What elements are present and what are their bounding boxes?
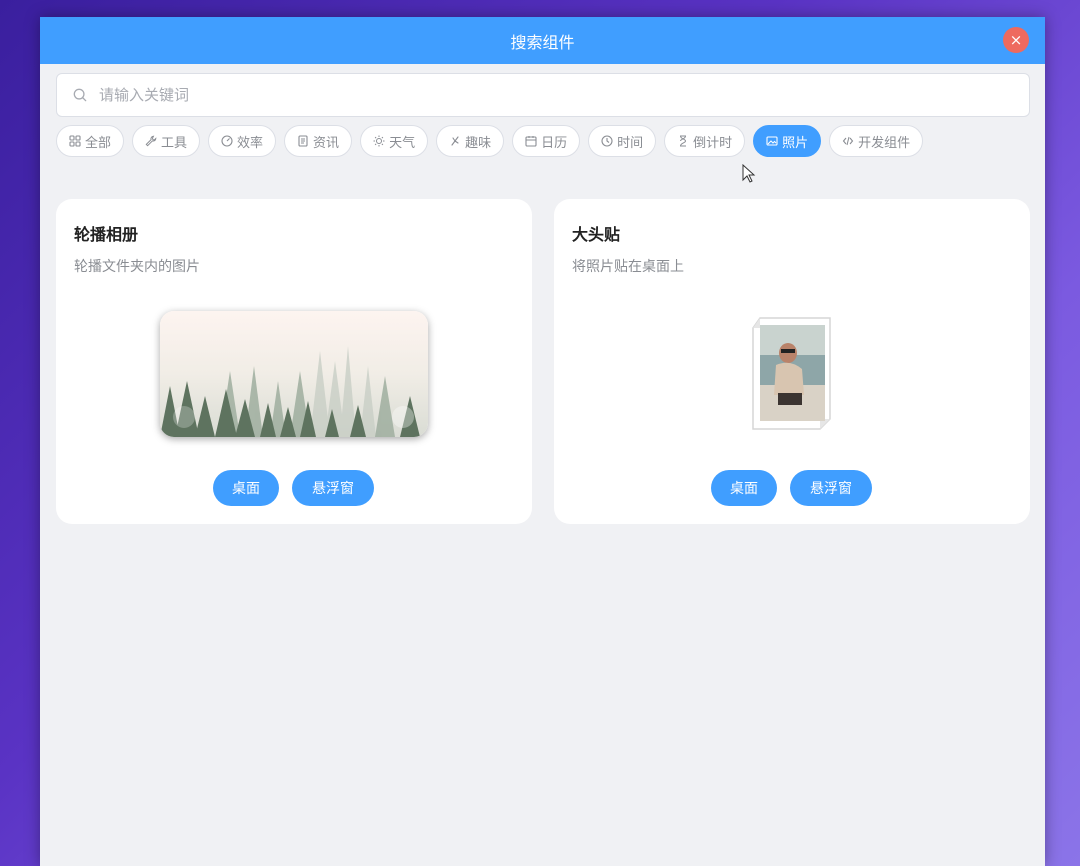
carousel-preview-image xyxy=(160,311,428,437)
photo-sticker-preview xyxy=(752,317,831,430)
tab-dev-widgets[interactable]: 开发组件 xyxy=(829,125,924,157)
widget-search-window: 搜索组件 × 全部 工具 效率 资讯 天气 xyxy=(40,17,1045,866)
tab-fun[interactable]: 趣味 xyxy=(436,125,505,157)
tab-label: 全部 xyxy=(85,135,112,151)
tab-countdown[interactable]: 倒计时 xyxy=(664,125,746,157)
add-to-desktop-button[interactable]: 桌面 xyxy=(711,470,777,506)
add-to-desktop-button[interactable]: 桌面 xyxy=(213,470,279,506)
tab-weather[interactable]: 天气 xyxy=(360,125,429,157)
tab-label: 日历 xyxy=(541,135,568,151)
image-icon xyxy=(766,136,778,146)
tab-label: 趣味 xyxy=(465,135,492,151)
foggy-forest-image xyxy=(160,311,428,437)
add-floating-window-button[interactable]: 悬浮窗 xyxy=(790,470,872,506)
sun-icon xyxy=(373,135,385,147)
search-icon xyxy=(73,88,87,102)
grid-icon xyxy=(69,135,81,147)
widget-card-photo-sticker: 大头贴 将照片贴在桌面上 桌面 悬浮窗 xyxy=(554,199,1030,524)
widget-description: 轮播文件夹内的图片 xyxy=(74,259,200,275)
code-icon xyxy=(842,136,854,146)
sparkle-icon xyxy=(451,136,459,146)
tab-time[interactable]: 时间 xyxy=(588,125,657,157)
news-icon xyxy=(298,135,308,147)
tab-label: 照片 xyxy=(782,135,809,151)
search-input[interactable] xyxy=(97,85,1029,105)
gauge-icon xyxy=(221,135,233,147)
widget-description: 将照片贴在桌面上 xyxy=(572,259,684,275)
widget-title: 轮播相册 xyxy=(74,225,139,244)
tab-label: 天气 xyxy=(389,135,416,151)
window-title: 搜索组件 xyxy=(510,32,575,52)
tab-calendar[interactable]: 日历 xyxy=(512,125,581,157)
widget-card-carousel-album: 轮播相册 轮播文件夹内的图片 桌面 悬浮窗 xyxy=(56,199,532,524)
tab-label: 时间 xyxy=(617,135,644,151)
title-bar: 搜索组件 × xyxy=(40,17,1045,64)
hourglass-icon xyxy=(680,135,687,147)
tab-photos[interactable]: 照片 xyxy=(753,125,822,157)
tab-news[interactable]: 资讯 xyxy=(284,125,353,157)
widget-title: 大头贴 xyxy=(572,225,621,244)
clock-icon xyxy=(601,135,613,147)
tab-label: 效率 xyxy=(237,135,264,151)
tab-label: 资讯 xyxy=(313,135,340,151)
mouse-cursor-icon xyxy=(742,164,756,183)
close-button[interactable]: × xyxy=(1003,27,1029,53)
tab-label: 开发组件 xyxy=(858,135,911,151)
search-box[interactable] xyxy=(56,73,1030,117)
tab-tools[interactable]: 工具 xyxy=(132,125,201,157)
category-tabs: 全部 工具 效率 资讯 天气 趣味 日历 时间 倒计时 照片 开发组件 xyxy=(56,125,931,157)
tab-label: 倒计时 xyxy=(693,135,733,151)
tab-all[interactable]: 全部 xyxy=(56,125,125,157)
wrench-icon xyxy=(145,135,157,147)
tab-label: 工具 xyxy=(161,135,188,151)
tab-efficiency[interactable]: 效率 xyxy=(208,125,277,157)
add-floating-window-button[interactable]: 悬浮窗 xyxy=(292,470,374,506)
calendar-icon xyxy=(525,136,537,147)
